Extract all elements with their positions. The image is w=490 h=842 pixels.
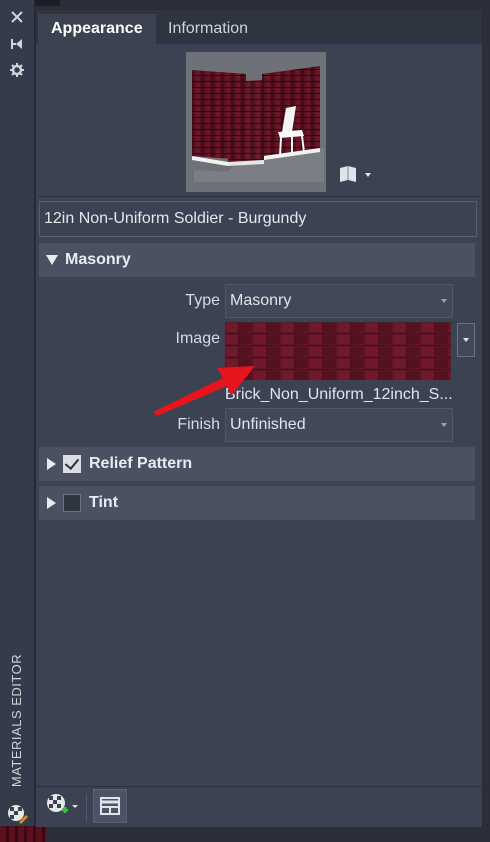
tab-bar: Appearance Information	[36, 10, 482, 44]
chevron-down-icon	[463, 338, 469, 342]
tab-information[interactable]: Information	[155, 14, 261, 44]
background-thumbnail	[0, 826, 46, 842]
create-material-button[interactable]	[45, 793, 79, 822]
finish-label: Finish	[177, 416, 220, 433]
image-label: Image	[175, 330, 220, 347]
palette-strip: MATERIALS EDITOR	[0, 0, 35, 842]
materials-editor-icon	[6, 803, 28, 825]
section-tint-label: Tint	[89, 494, 119, 511]
section-masonry-label: Masonry	[65, 251, 131, 268]
layout-icon	[100, 797, 120, 815]
expand-triangle-icon[interactable]	[47, 458, 56, 470]
materials-editor-panel: Appearance Information 12in Non-Uniform …	[35, 9, 483, 827]
section-masonry-header[interactable]: Masonry	[39, 243, 475, 277]
toolbar-divider	[86, 794, 87, 822]
finish-select[interactable]: Unfinished	[225, 408, 453, 442]
swatch-shape-dropdown[interactable]	[338, 164, 374, 184]
divider	[38, 196, 480, 197]
palette-title: MATERIALS EDITOR	[9, 653, 25, 787]
material-name-field[interactable]: 12in Non-Uniform Soldier - Burgundy	[39, 201, 477, 237]
section-relief-pattern-header[interactable]: Relief Pattern	[39, 447, 475, 481]
image-options-dropdown[interactable]	[457, 323, 475, 357]
brick-texture-image[interactable]	[225, 322, 451, 380]
expand-triangle-icon[interactable]	[47, 497, 56, 509]
chevron-down-icon	[441, 423, 447, 427]
section-relief-pattern-label: Relief Pattern	[89, 455, 193, 472]
close-icon[interactable]	[9, 10, 25, 26]
layout-toggle-button[interactable]	[93, 789, 127, 823]
collapse-triangle-icon[interactable]	[46, 255, 58, 265]
type-label: Type	[185, 292, 220, 309]
auto-hide-icon[interactable]	[9, 37, 25, 53]
type-select-value: Masonry	[230, 292, 292, 309]
finish-select-value: Unfinished	[230, 416, 306, 433]
relief-pattern-checkbox[interactable]	[63, 455, 81, 473]
section-tint-header[interactable]: Tint	[39, 486, 475, 520]
chevron-down-icon	[441, 299, 447, 303]
tint-checkbox[interactable]	[63, 494, 81, 512]
create-material-icon	[47, 794, 78, 813]
material-preview[interactable]	[186, 52, 326, 192]
annotation-arrow	[153, 366, 255, 416]
settings-icon[interactable]	[9, 63, 25, 79]
brick-wall-preview-image	[186, 52, 326, 192]
type-select[interactable]: Masonry	[225, 284, 453, 318]
image-file-name: Brick_Non_Uniform_12inch_S...	[225, 386, 453, 403]
tab-appearance[interactable]: Appearance	[38, 14, 156, 44]
